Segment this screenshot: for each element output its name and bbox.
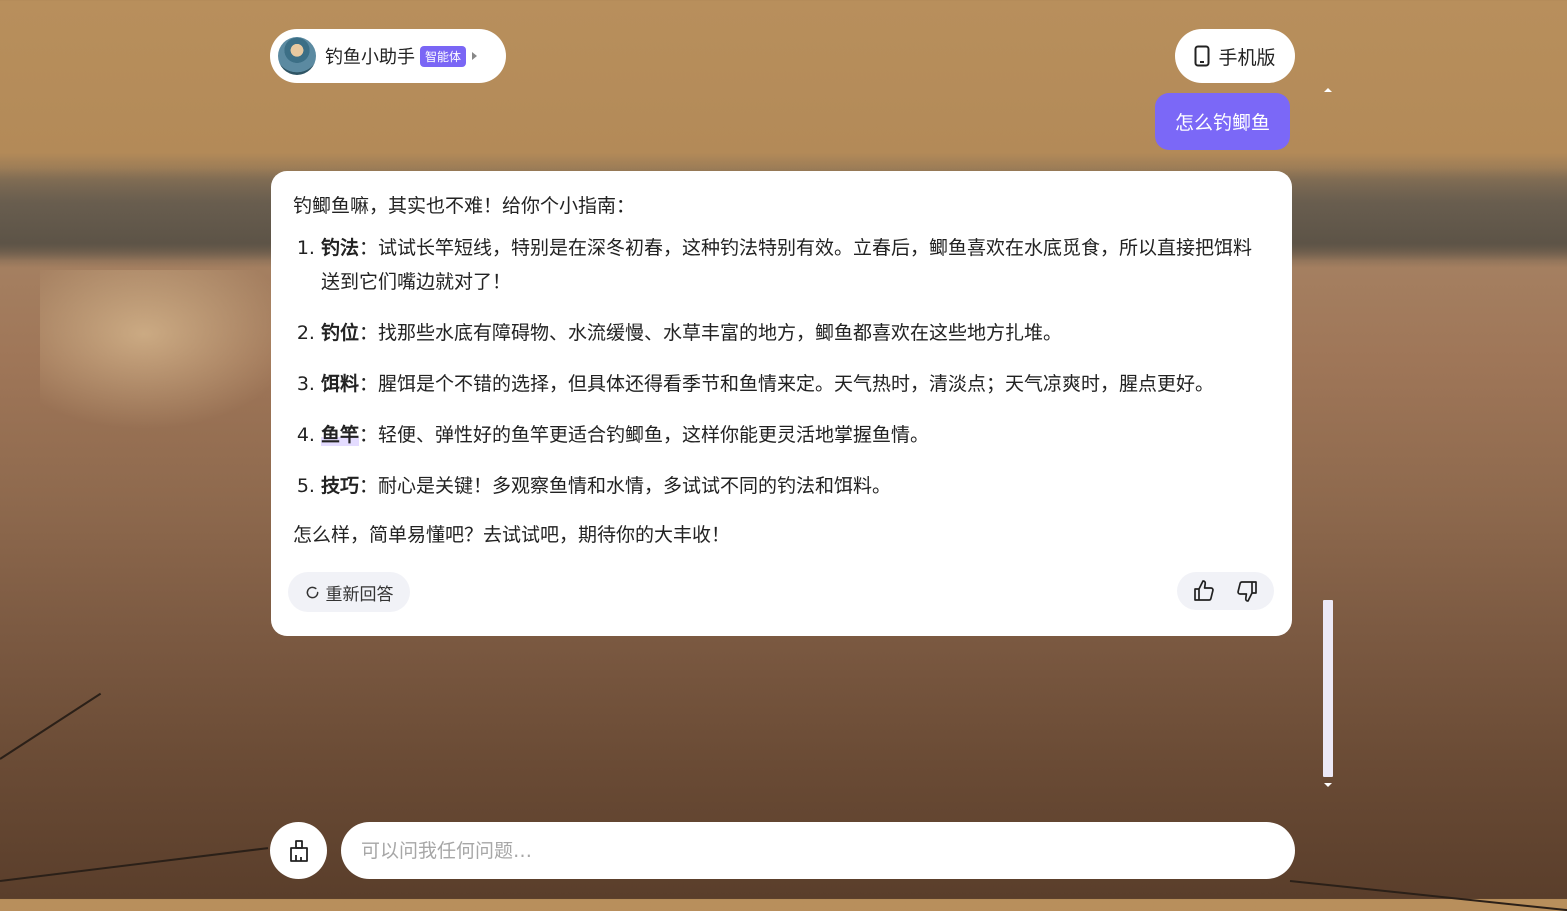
phone-icon bbox=[1194, 45, 1210, 67]
agent-badge: 智能体 bbox=[420, 45, 467, 67]
fishing-rod bbox=[1289, 880, 1567, 911]
chat-input[interactable] bbox=[341, 822, 1295, 879]
list-item: 饵料：腥饵是个不错的选择，但具体还得看季节和鱼情来定。天气热时，清淡点；天气凉爽… bbox=[321, 367, 1270, 401]
scrollbar-thumb[interactable] bbox=[1323, 600, 1333, 777]
scroll-down-arrow[interactable] bbox=[1324, 783, 1332, 787]
agent-name: 钓鱼小助手 bbox=[325, 47, 415, 68]
thumbs-down-icon[interactable] bbox=[1235, 579, 1259, 603]
answer-intro: 钓鲫鱼嘛，其实也不难！给你个小指南： bbox=[293, 195, 636, 217]
scroll-up-arrow[interactable] bbox=[1324, 88, 1332, 92]
answer-outro: 怎么样，简单易懂吧？去试试吧，期待你的大丰收！ bbox=[293, 524, 731, 546]
clear-conversation-button[interactable] bbox=[270, 822, 327, 879]
item-text: ：耐心是关键！多观察鱼情和水情，多试试不同的钓法和饵料。 bbox=[359, 475, 892, 497]
chat-input-container bbox=[341, 822, 1295, 879]
refresh-icon bbox=[305, 585, 320, 600]
list-item: 鱼竿：轻便、弹性好的鱼竿更适合钓鲫鱼，这样你能更灵活地掌握鱼情。 bbox=[321, 418, 1270, 452]
answer-list: 钓法：试试长竿短线，特别是在深冬初春，这种钓法特别有效。立春后，鲫鱼喜欢在水底觅… bbox=[293, 231, 1270, 503]
agent-selector[interactable]: 钓鱼小助手 智能体 bbox=[270, 29, 506, 83]
item-text: ：找那些水底有障碍物、水流缓慢、水草丰富的地方，鲫鱼都喜欢在这些地方扎堆。 bbox=[359, 322, 1063, 344]
user-message: 怎么钓鲫鱼 bbox=[1155, 93, 1290, 150]
thumbs-up-icon[interactable] bbox=[1192, 579, 1216, 603]
fishing-rod bbox=[0, 692, 102, 760]
caret-right-icon bbox=[472, 52, 478, 60]
item-title: 钓法 bbox=[321, 237, 360, 259]
item-title: 钓位 bbox=[321, 322, 360, 344]
mobile-version-button[interactable]: 手机版 bbox=[1175, 29, 1295, 83]
item-title: 鱼竿 bbox=[321, 424, 360, 446]
item-title: 技巧 bbox=[321, 475, 360, 497]
regenerate-button[interactable]: 重新回答 bbox=[288, 572, 410, 612]
feedback-group bbox=[1177, 572, 1274, 610]
regenerate-label: 重新回答 bbox=[325, 584, 394, 605]
item-text: ：腥饵是个不错的选择，但具体还得看季节和鱼情来定。天气热时，清淡点；天气凉爽时，… bbox=[359, 373, 1215, 395]
list-item: 钓法：试试长竿短线，特别是在深冬初春，这种钓法特别有效。立春后，鲫鱼喜欢在水底觅… bbox=[321, 231, 1270, 299]
background-glare bbox=[40, 270, 300, 430]
list-item: 技巧：耐心是关键！多观察鱼情和水情，多试试不同的钓法和饵料。 bbox=[321, 469, 1270, 503]
list-item: 钓位：找那些水底有障碍物、水流缓慢、水草丰富的地方，鲫鱼都喜欢在这些地方扎堆。 bbox=[321, 316, 1270, 350]
item-text: ：轻便、弹性好的鱼竿更适合钓鲫鱼，这样你能更灵活地掌握鱼情。 bbox=[359, 424, 930, 446]
item-title: 饵料 bbox=[321, 373, 360, 395]
broom-icon bbox=[286, 838, 312, 864]
item-text: ：试试长竿短线，特别是在深冬初春，这种钓法特别有效。立春后，鲫鱼喜欢在水底觅食，… bbox=[321, 237, 1253, 293]
mobile-version-label: 手机版 bbox=[1218, 46, 1276, 69]
fishing-rod bbox=[0, 847, 269, 882]
assistant-answer: 钓鲫鱼嘛，其实也不难！给你个小指南： 钓法：试试长竿短线，特别是在深冬初春，这种… bbox=[271, 171, 1292, 636]
agent-avatar bbox=[278, 37, 316, 75]
